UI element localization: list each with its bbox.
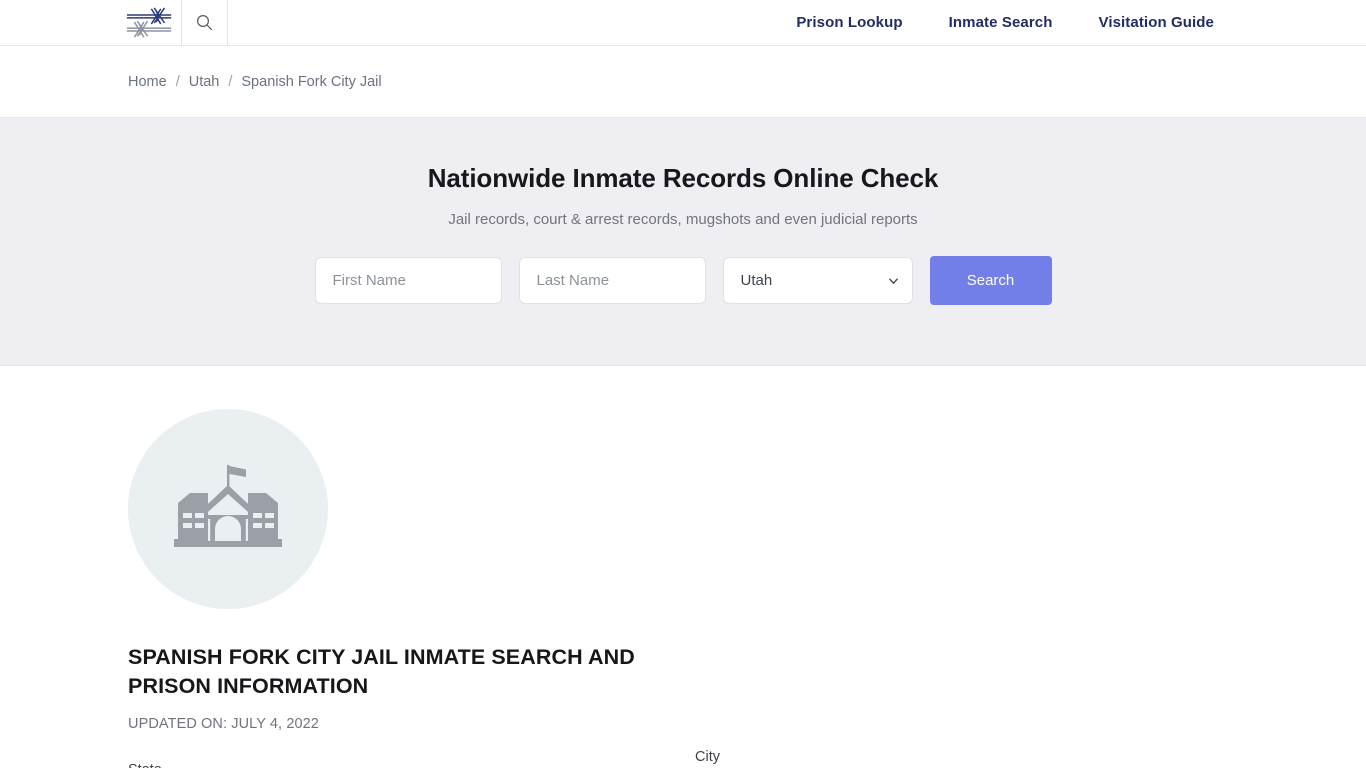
- breadcrumb-item-utah[interactable]: Utah: [189, 74, 220, 90]
- last-name-input[interactable]: [518, 257, 706, 304]
- hero-title: Nationwide Inmate Records Online Check: [427, 163, 939, 193]
- breadcrumb: Home / Utah / Spanish Fork City Jail: [128, 74, 382, 90]
- breadcrumb-separator: /: [175, 73, 180, 90]
- barbed-wire-logo-icon: [126, 7, 172, 37]
- nav-link-prison-lookup[interactable]: Prison Lookup: [796, 14, 902, 31]
- search-icon: [196, 14, 212, 30]
- primary-nav: Prison Lookup Inmate Search Visitation G…: [796, 0, 1214, 45]
- facility-icon-circle: [128, 409, 328, 609]
- facility-info-column: City Spanish Fork: [695, 749, 1115, 768]
- state-select[interactable]: Utah: [722, 257, 913, 304]
- brand-block: [0, 0, 228, 46]
- breadcrumb-item-current: Spanish Fork City Jail: [241, 73, 382, 90]
- state-select-wrapper: Utah: [722, 257, 913, 304]
- breadcrumb-item-home[interactable]: Home: [128, 74, 167, 90]
- updated-on-text: UPDATED ON: JULY 4, 2022: [128, 716, 319, 733]
- page-title: Spanish Fork City Jail Inmate Search and…: [128, 645, 635, 699]
- courthouse-building-icon: [174, 465, 282, 547]
- breadcrumb-separator: /: [228, 73, 233, 90]
- info-item-city: City Spanish Fork: [695, 749, 1115, 768]
- hero-section: Nationwide Inmate Records Online Check J…: [0, 118, 1366, 366]
- info-label-city: City: [695, 749, 720, 765]
- barbed-wire-logo[interactable]: [126, 0, 182, 46]
- first-name-input[interactable]: [314, 257, 502, 304]
- hero-subtitle: Jail records, court & arrest records, mu…: [448, 211, 918, 228]
- breadcrumb-bar: Home / Utah / Spanish Fork City Jail: [0, 46, 1366, 118]
- nav-link-inmate-search[interactable]: Inmate Search: [949, 14, 1053, 31]
- header-search-button[interactable]: [182, 0, 228, 46]
- site-header: Prison Lookup Inmate Search Visitation G…: [0, 0, 1366, 46]
- main-content: Spanish Fork City Jail Inmate Search and…: [0, 409, 1366, 768]
- search-button[interactable]: Search: [929, 256, 1052, 305]
- inmate-search-form: Utah Search: [0, 256, 1366, 305]
- nav-link-visitation-guide[interactable]: Visitation Guide: [1098, 14, 1214, 31]
